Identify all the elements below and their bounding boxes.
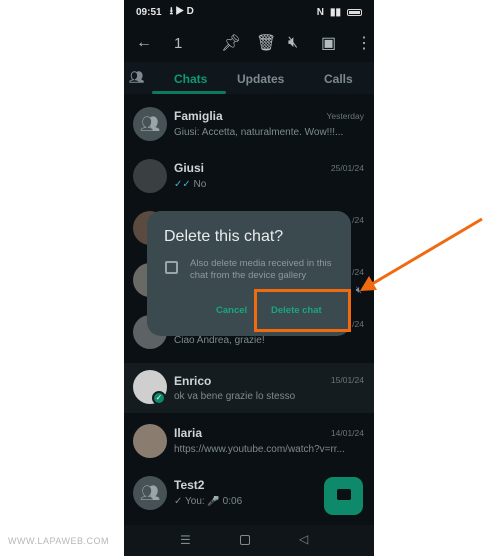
annotation-arrow [360, 217, 483, 291]
watermark: WWW.LAPAWEB.COM [8, 536, 109, 546]
